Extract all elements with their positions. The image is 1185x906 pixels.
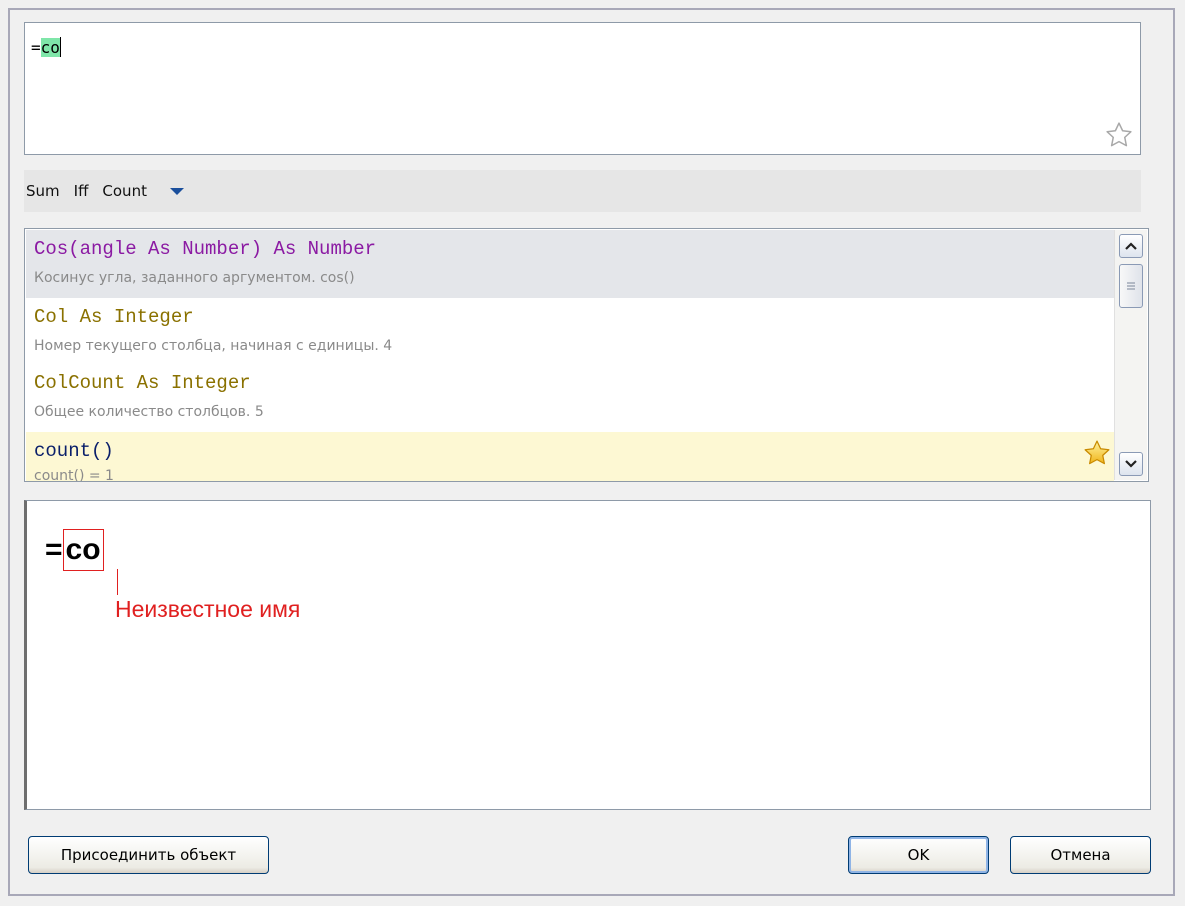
list-item[interactable]: count() count() = 1 <box>26 432 1114 482</box>
suggestion-list[interactable]: Cos(angle As Number) As Number Косинус у… <box>24 228 1149 482</box>
scroll-thumb[interactable] <box>1119 264 1143 308</box>
expression-highlight: co <box>40 37 60 57</box>
expression-preview: = co Неизвестное имя <box>24 500 1151 810</box>
preview-error-token: co <box>62 529 104 571</box>
chevron-down-icon <box>1125 460 1137 468</box>
scroll-down-button[interactable] <box>1119 452 1143 476</box>
list-item[interactable]: Col As Integer Номер текущего столбца, н… <box>26 298 1114 366</box>
error-pointer-line <box>117 569 118 595</box>
preview-error-message: Неизвестное имя <box>115 596 301 622</box>
chevron-up-icon <box>1125 242 1137 250</box>
expression-editor[interactable]: = co <box>24 22 1141 155</box>
star-filled-icon[interactable] <box>1082 438 1112 468</box>
list-item[interactable]: ColCount As Integer Общее количество сто… <box>26 364 1114 432</box>
quick-functions-bar: Sum Iff Count <box>24 170 1141 212</box>
item-signature: ColCount As Integer <box>34 372 251 394</box>
expression-prefix: = <box>31 37 41 57</box>
expression-text[interactable]: = co <box>31 37 61 57</box>
quick-func-sum[interactable]: Sum <box>26 182 60 200</box>
text-caret <box>59 37 61 57</box>
item-description: count() = 1 <box>34 468 114 482</box>
cancel-button[interactable]: Отмена <box>1010 836 1151 874</box>
list-item[interactable]: Cos(angle As Number) As Number Косинус у… <box>26 230 1114 298</box>
ok-button[interactable]: OK <box>848 836 989 874</box>
quick-func-count[interactable]: Count <box>102 182 147 200</box>
item-signature: count() <box>34 440 114 462</box>
preview-equals: = <box>45 533 63 566</box>
attach-object-button[interactable]: Присоединить объект <box>28 836 269 874</box>
star-outline-icon[interactable] <box>1104 120 1134 150</box>
scroll-up-button[interactable] <box>1119 234 1143 258</box>
item-description: Косинус угла, заданного аргументом. cos(… <box>34 270 355 286</box>
item-description: Номер текущего столбца, начиная с единиц… <box>34 338 393 354</box>
item-signature: Cos(angle As Number) As Number <box>34 238 377 260</box>
preview-expression: = co <box>45 529 104 571</box>
item-signature: Col As Integer <box>34 306 194 328</box>
quick-func-iff[interactable]: Iff <box>74 182 89 200</box>
list-scrollbar[interactable] <box>1114 230 1147 480</box>
triangle-down-icon[interactable] <box>167 185 187 197</box>
grip-icon <box>1127 282 1135 290</box>
item-description: Общее количество столбцов. 5 <box>34 404 264 420</box>
